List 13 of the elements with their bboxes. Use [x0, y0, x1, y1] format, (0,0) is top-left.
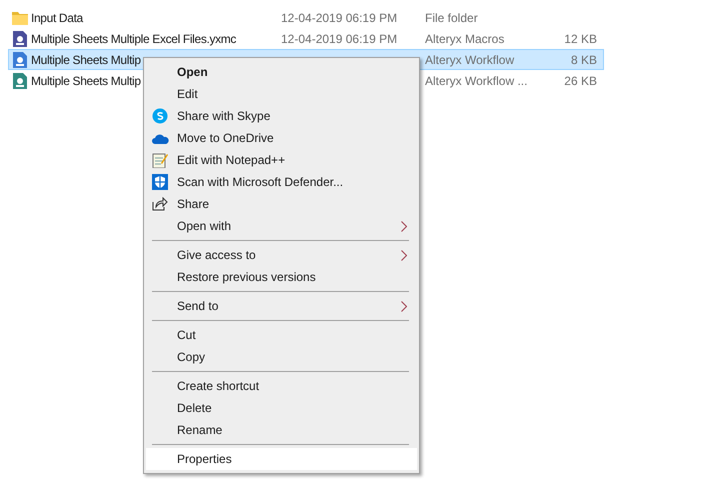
- file-type: Alteryx Workflow ...: [425, 74, 528, 88]
- file-name: Input Data: [31, 10, 83, 26]
- file-size: 8 KB: [570, 52, 597, 68]
- file-name: Multiple Sheets Multip: [31, 52, 141, 68]
- file-type: File folder: [425, 10, 478, 24]
- file-size: 26 KB: [564, 72, 597, 90]
- file-name: Multiple Sheets Multiple Excel Files.yxmc: [31, 30, 236, 48]
- file-date: 12-04-2019 06:19 PM: [281, 10, 398, 24]
- file-name: Multiple Sheets Multip: [31, 72, 141, 90]
- file-size: 12 KB: [564, 30, 597, 48]
- file-date: 12-04-2019 06:19 PM: [281, 32, 398, 46]
- file-type: Alteryx Workflow: [425, 52, 514, 66]
- file-type: Alteryx Macros: [425, 32, 504, 46]
